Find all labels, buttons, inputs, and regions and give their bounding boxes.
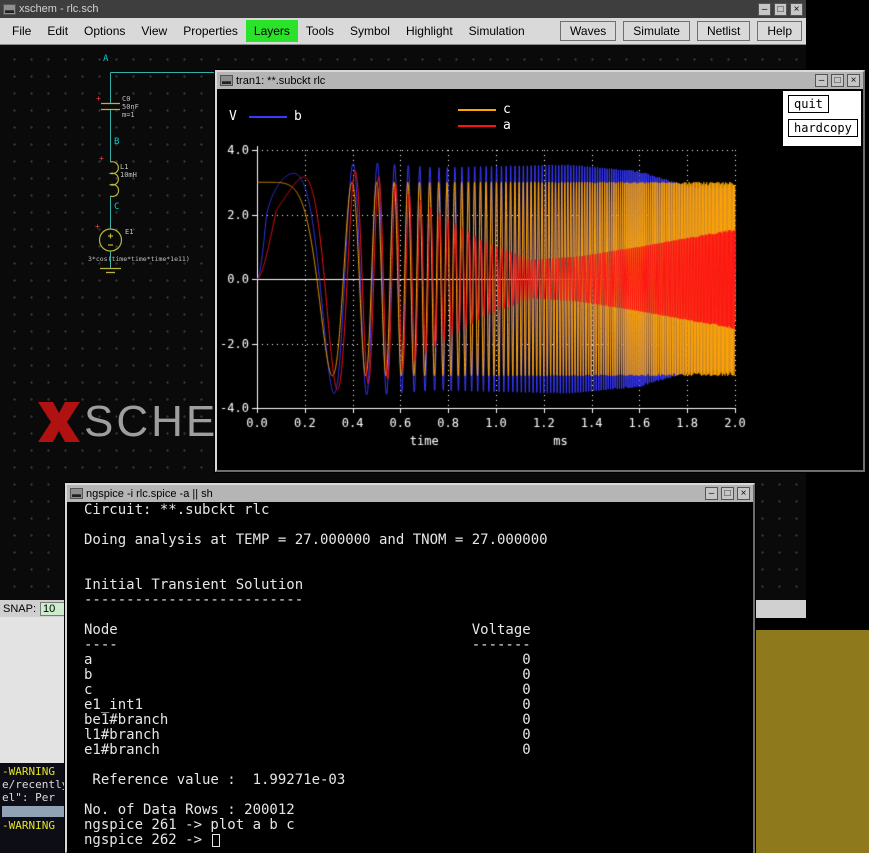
window-menu-icon[interactable]: ▬ xyxy=(3,4,16,15)
svg-text:L1: L1 xyxy=(120,163,128,171)
inductor-symbol[interactable] xyxy=(111,162,119,197)
plot-area: V b c a quit hardcopy xyxy=(217,89,863,470)
legend-label-b: b xyxy=(294,109,302,124)
svg-text:m=1: m=1 xyxy=(122,111,135,119)
component-labels: C0 50nF m=1 L1 10mH E1 3*cos(time*time*t… xyxy=(88,95,190,263)
svg-text:10mH: 10mH xyxy=(120,171,137,179)
net-labels: A B C xyxy=(103,54,119,212)
hardcopy-button[interactable]: hardcopy xyxy=(788,119,858,137)
menu-properties[interactable]: Properties xyxy=(175,20,246,42)
waveform-window: ▬ tran1: **.subckt rlc – □ × V b c a q xyxy=(215,70,865,472)
legend-entry-c: c xyxy=(458,102,511,117)
log-line: e/recently xyxy=(2,778,65,791)
plot-button-panel: quit hardcopy xyxy=(783,91,861,146)
maximize-icon[interactable]: □ xyxy=(774,3,787,16)
capacitor-symbol[interactable] xyxy=(101,104,120,110)
menu-tools[interactable]: Tools xyxy=(298,20,342,42)
terminal-output: Circuit: **.subckt rlc Doing analysis at… xyxy=(84,503,753,833)
menu-layers[interactable]: Layers xyxy=(246,20,298,42)
legend-line-icon xyxy=(458,125,496,127)
minimize-icon[interactable]: – xyxy=(758,3,771,16)
svg-text:3*cos(time*time*time*1e11): 3*cos(time*time*time*1e11) xyxy=(88,255,190,263)
menu-symbol[interactable]: Symbol xyxy=(342,20,398,42)
minimize-icon[interactable]: – xyxy=(705,487,718,500)
log-line: el": Per xyxy=(2,791,65,804)
partially-visible-window xyxy=(0,617,65,763)
ground-symbol[interactable] xyxy=(100,269,121,273)
netlist-button[interactable]: Netlist xyxy=(697,21,750,41)
net-label-a: A xyxy=(103,54,109,64)
desktop: ▬ xschem - rlc.sch – □ × File Edit Optio… xyxy=(0,0,869,853)
log-line: -WARNING xyxy=(2,819,65,832)
help-button[interactable]: Help xyxy=(757,21,802,41)
terminal-window-title: ngspice -i rlc.spice -a || sh xyxy=(86,488,213,500)
maximize-icon[interactable]: □ xyxy=(721,487,734,500)
legend-label-a: a xyxy=(503,118,511,133)
minimize-icon[interactable]: – xyxy=(815,74,828,87)
ngspice-terminal-window: ▬ ngspice -i rlc.spice -a || sh – □ × Ci… xyxy=(65,483,755,853)
waveform-canvas[interactable] xyxy=(217,89,863,470)
close-icon[interactable]: × xyxy=(790,3,803,16)
y-axis-unit-label: V xyxy=(229,109,237,124)
plot-window-title: tran1: **.subckt rlc xyxy=(236,75,325,87)
terminal-cursor xyxy=(212,834,220,847)
close-icon[interactable]: × xyxy=(737,487,750,500)
xschem-titlebar[interactable]: ▬ xschem - rlc.sch – □ × xyxy=(0,0,806,18)
xschem-logo-x-icon xyxy=(36,400,82,444)
svg-text:E1: E1 xyxy=(125,228,133,236)
svg-text:C0: C0 xyxy=(122,95,130,103)
xschem-window-title: xschem - rlc.sch xyxy=(19,3,98,15)
terminal-titlebar[interactable]: ▬ ngspice -i rlc.spice -a || sh – □ × xyxy=(67,485,753,502)
voltage-source-symbol[interactable] xyxy=(100,229,122,251)
menu-options[interactable]: Options xyxy=(76,20,133,42)
legend-entry-b: b xyxy=(249,109,302,124)
svg-text:+: + xyxy=(95,222,100,231)
net-label-c: C xyxy=(114,202,119,212)
background-panel xyxy=(755,630,869,853)
svg-text:+: + xyxy=(96,94,101,103)
rlc-schematic[interactable]: + + + A B C C0 50nF m=1 L1 10mH E1 3*cos… xyxy=(0,45,240,375)
terminal-prompt: ngspice 262 -> xyxy=(84,833,210,848)
snap-label: SNAP: xyxy=(3,603,36,615)
pin-plus-marks: + + + xyxy=(95,94,104,231)
legend-label-c: c xyxy=(503,102,511,117)
window-menu-icon[interactable]: ▬ xyxy=(70,488,83,499)
svg-text:50nF: 50nF xyxy=(122,103,139,111)
background-log-terminal: -WARNINGe/recentlyel": Per -WARNING xyxy=(0,763,65,853)
log-lines: -WARNINGe/recentlyel": Per -WARNING xyxy=(2,765,65,832)
menu-highlight[interactable]: Highlight xyxy=(398,20,461,42)
legend-line-icon xyxy=(249,116,287,118)
menu-simulation[interactable]: Simulation xyxy=(461,20,533,42)
log-line: -WARNING xyxy=(2,765,65,778)
net-label-b: B xyxy=(114,137,119,147)
menu-edit[interactable]: Edit xyxy=(39,20,76,42)
terminal-prompt-line: ngspice 262 -> xyxy=(84,833,753,848)
close-icon[interactable]: × xyxy=(847,74,860,87)
menu-file[interactable]: File xyxy=(4,20,39,42)
quit-button[interactable]: quit xyxy=(788,95,829,113)
maximize-icon[interactable]: □ xyxy=(831,74,844,87)
plot-titlebar[interactable]: ▬ tran1: **.subckt rlc – □ × xyxy=(217,72,863,89)
terminal-content[interactable]: Circuit: **.subckt rlc Doing analysis at… xyxy=(67,502,753,853)
waves-button[interactable]: Waves xyxy=(560,21,616,41)
legend-entry-a: a xyxy=(458,118,511,133)
selection-bar xyxy=(2,806,65,817)
svg-text:+: + xyxy=(99,154,104,163)
legend-line-icon xyxy=(458,109,496,111)
simulate-button[interactable]: Simulate xyxy=(623,21,690,41)
xschem-menubar: File Edit Options View Properties Layers… xyxy=(0,18,806,45)
menu-view[interactable]: View xyxy=(133,20,175,42)
window-menu-icon[interactable]: ▬ xyxy=(220,75,233,86)
